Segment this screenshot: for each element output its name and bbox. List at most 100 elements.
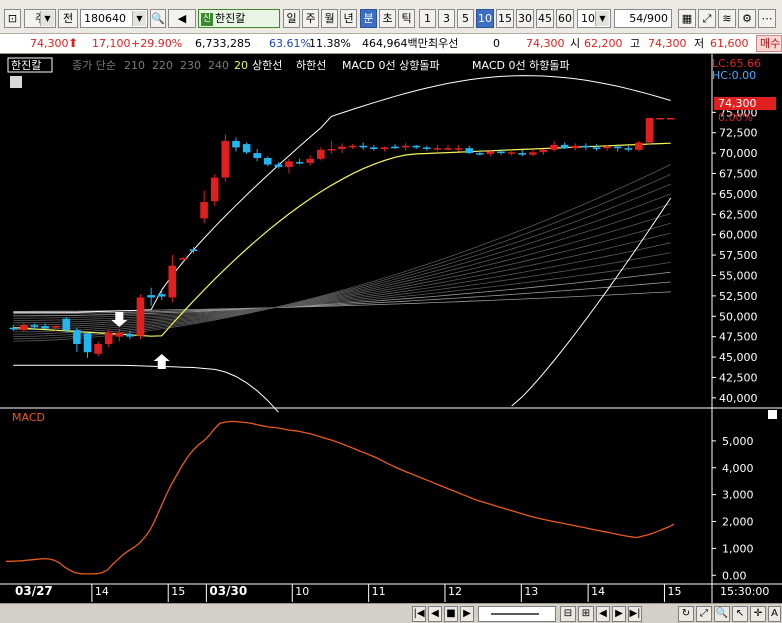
scroll-start-button[interactable]: |◀	[412, 606, 426, 622]
price-tick-label: 70,000	[719, 147, 758, 160]
chart-table-icon[interactable]	[10, 76, 22, 88]
price-tick-label: 65,000	[719, 188, 758, 201]
refresh-icon[interactable]: ↻	[678, 606, 694, 622]
indicator-icon[interactable]: ≋	[718, 9, 736, 28]
stock-code-value: 180640	[84, 12, 126, 25]
more-icon[interactable]: ⋯	[758, 9, 776, 28]
window-icon[interactable]: ⊡	[4, 9, 21, 28]
trade-amount: 464,964백만	[362, 37, 428, 50]
candle	[73, 330, 81, 344]
end-button[interactable]: ▶|	[628, 606, 642, 622]
scroll-left-button[interactable]: ◀	[596, 606, 610, 622]
candle	[645, 118, 654, 143]
cursor-icon[interactable]: ↖	[732, 606, 748, 622]
change-amount: 17,100	[92, 37, 131, 50]
candle	[327, 149, 336, 151]
interval-5[interactable]: 5	[457, 9, 474, 28]
interval-60[interactable]: 60	[556, 9, 574, 28]
tab-year[interactable]: 년	[340, 9, 357, 28]
candle	[624, 148, 633, 150]
legend-upper: 상한선	[252, 59, 282, 72]
scroll-slider[interactable]	[478, 606, 556, 622]
open-label: 시	[570, 37, 581, 50]
tab-tick[interactable]: 틱	[398, 9, 415, 28]
price-tick-label: 55,000	[719, 269, 758, 282]
candle	[476, 153, 484, 155]
prev-button[interactable]: ◀	[428, 606, 442, 622]
candle	[666, 118, 675, 120]
low-label: 저	[694, 37, 705, 50]
zoom-icon[interactable]: 🔍	[714, 606, 730, 622]
interval-30[interactable]: 30	[516, 9, 534, 28]
legend-lower: 하한선	[296, 58, 326, 72]
ma-line-11	[13, 183, 671, 337]
time-label: 15	[171, 585, 185, 598]
time-label: 12	[448, 585, 462, 598]
font-icon[interactable]: A	[768, 606, 781, 622]
candle	[274, 164, 283, 167]
legend-ma20: 20	[234, 59, 248, 72]
candle	[603, 146, 611, 149]
candle	[242, 144, 251, 153]
best-value: 0	[493, 37, 500, 50]
interval-10[interactable]: 10	[476, 9, 494, 28]
interval-1[interactable]: 1	[419, 9, 436, 28]
tab-minute[interactable]: 분	[360, 9, 377, 28]
high-value: 74,300	[648, 37, 687, 50]
legend-macd-down: MACD 0선 하향돌파	[472, 58, 570, 72]
legend-macd-up: MACD 0선 상향돌파	[342, 59, 440, 72]
time-label: 13	[524, 585, 538, 598]
tab-second[interactable]: 초	[379, 9, 396, 28]
stock-code-input[interactable]: 180640 ▼	[80, 9, 148, 28]
candle	[359, 145, 367, 148]
slider-thumb[interactable]	[491, 613, 539, 615]
zoom-out-icon[interactable]: ⊟	[560, 606, 576, 622]
count-total: /900	[643, 12, 668, 25]
draw-tool-icon[interactable]: ⤢	[698, 9, 716, 28]
candle	[571, 145, 580, 149]
chevron-down-icon: ▼	[595, 11, 609, 26]
candlestick-chart-svg[interactable]: 75,00072,50070,00067,50065,00062,50060,0…	[0, 54, 782, 604]
price-tick-label: 42,500	[719, 371, 758, 384]
last-price-tag: 74,300	[718, 97, 757, 110]
change-percent: +29.90%	[131, 37, 183, 50]
candle	[560, 144, 569, 149]
expand-icon[interactable]: ⤢	[696, 606, 712, 622]
interval-15[interactable]: 15	[496, 9, 514, 28]
interval-3[interactable]: 3	[438, 9, 455, 28]
candle	[200, 202, 208, 219]
candle	[147, 295, 155, 298]
stock-name-field[interactable]: 신 한진칼	[198, 9, 280, 28]
candle	[539, 149, 548, 153]
settings-icon[interactable]: ⚙	[738, 9, 756, 28]
chart-area[interactable]: 75,000 72,500 70,000 67,500 65,000 62,500 60,0…	[0, 54, 782, 604]
tab-day[interactable]: 일	[283, 9, 300, 28]
volume: 6,733,285	[195, 37, 251, 50]
interval-45[interactable]: 45	[536, 9, 554, 28]
high-label: 고	[630, 37, 641, 50]
price-tick-label: 57,500	[719, 249, 758, 262]
stop-button[interactable]: ■	[444, 606, 458, 622]
grid-icon[interactable]: ▦	[678, 9, 696, 28]
crosshair-icon[interactable]: ✛	[750, 606, 766, 622]
count-input[interactable]: 54/900	[614, 9, 672, 28]
ma-line-7	[13, 222, 671, 328]
scroll-right-button[interactable]: ▶	[612, 606, 626, 622]
open-value: 62,200	[584, 37, 623, 50]
price-tick-label: 52,500	[719, 290, 758, 303]
candle	[592, 147, 601, 149]
interval-select[interactable]: 10 ▼	[577, 9, 611, 28]
candle	[104, 332, 113, 344]
prefix-button[interactable]: 전	[58, 9, 78, 28]
legend: 한진칼 종가 단순 210 220 230 240 20 상한선 하한선 MAC…	[7, 57, 776, 598]
tab-week[interactable]: 주	[302, 9, 319, 28]
candle	[306, 158, 314, 163]
tab-month[interactable]: 월	[321, 9, 338, 28]
legend-ma-240: 240	[208, 59, 229, 72]
market-type-select[interactable]: 주 ▼	[24, 9, 56, 28]
play-button[interactable]: ▶	[460, 606, 474, 622]
zoom-in-icon[interactable]: ⊞	[578, 606, 594, 622]
buy-button[interactable]: 매수	[756, 35, 782, 52]
sound-icon[interactable]: ◀	[168, 9, 196, 28]
search-icon[interactable]: 🔍	[150, 9, 166, 28]
